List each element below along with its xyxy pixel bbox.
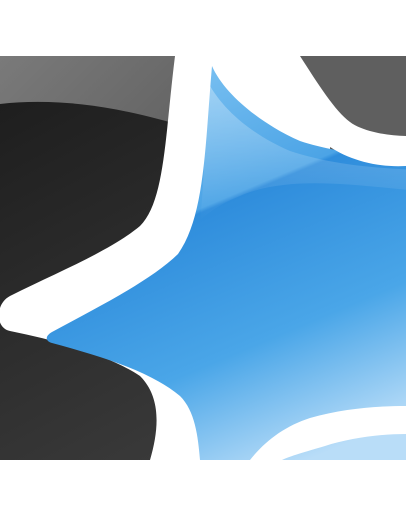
star-icon	[0, 56, 406, 460]
app-icon	[0, 56, 406, 460]
page	[0, 0, 406, 516]
